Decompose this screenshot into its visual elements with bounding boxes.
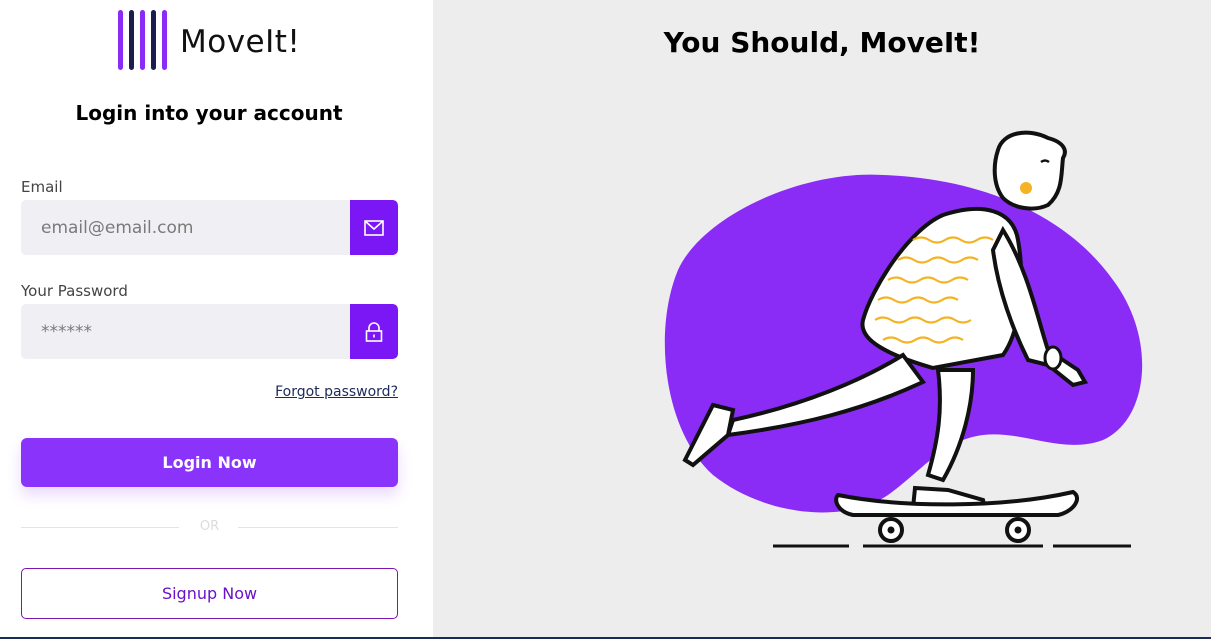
login-heading: Login into your account	[75, 101, 343, 125]
signup-button[interactable]: Signup Now	[21, 568, 398, 619]
brand-name: MoveIt!	[180, 24, 301, 60]
or-divider: OR	[21, 518, 398, 538]
divider-line-right	[238, 527, 398, 528]
lock-icon	[365, 321, 383, 342]
mail-icon-button[interactable]	[350, 200, 398, 255]
password-field-group	[21, 304, 398, 359]
forgot-password-link[interactable]: Forgot password?	[275, 384, 398, 400]
hero-panel: You Should, MoveIt!	[433, 0, 1211, 639]
lock-icon-button[interactable]	[350, 304, 398, 359]
email-field-group	[21, 200, 398, 255]
mail-icon	[364, 219, 384, 236]
login-panel: MoveIt! Login into your account Email Yo…	[0, 0, 433, 639]
email-label: Email	[21, 178, 63, 196]
brand-logo: MoveIt!	[118, 10, 300, 70]
hero-tagline: You Should, MoveIt!	[663, 26, 981, 59]
login-button[interactable]: Login Now	[21, 438, 398, 487]
password-label: Your Password	[21, 282, 128, 300]
logo-bars-icon	[118, 10, 170, 70]
head	[992, 130, 1067, 211]
password-field[interactable]	[21, 304, 350, 359]
email-field[interactable]	[21, 200, 350, 255]
skateboarder-illustration	[664, 130, 1143, 548]
